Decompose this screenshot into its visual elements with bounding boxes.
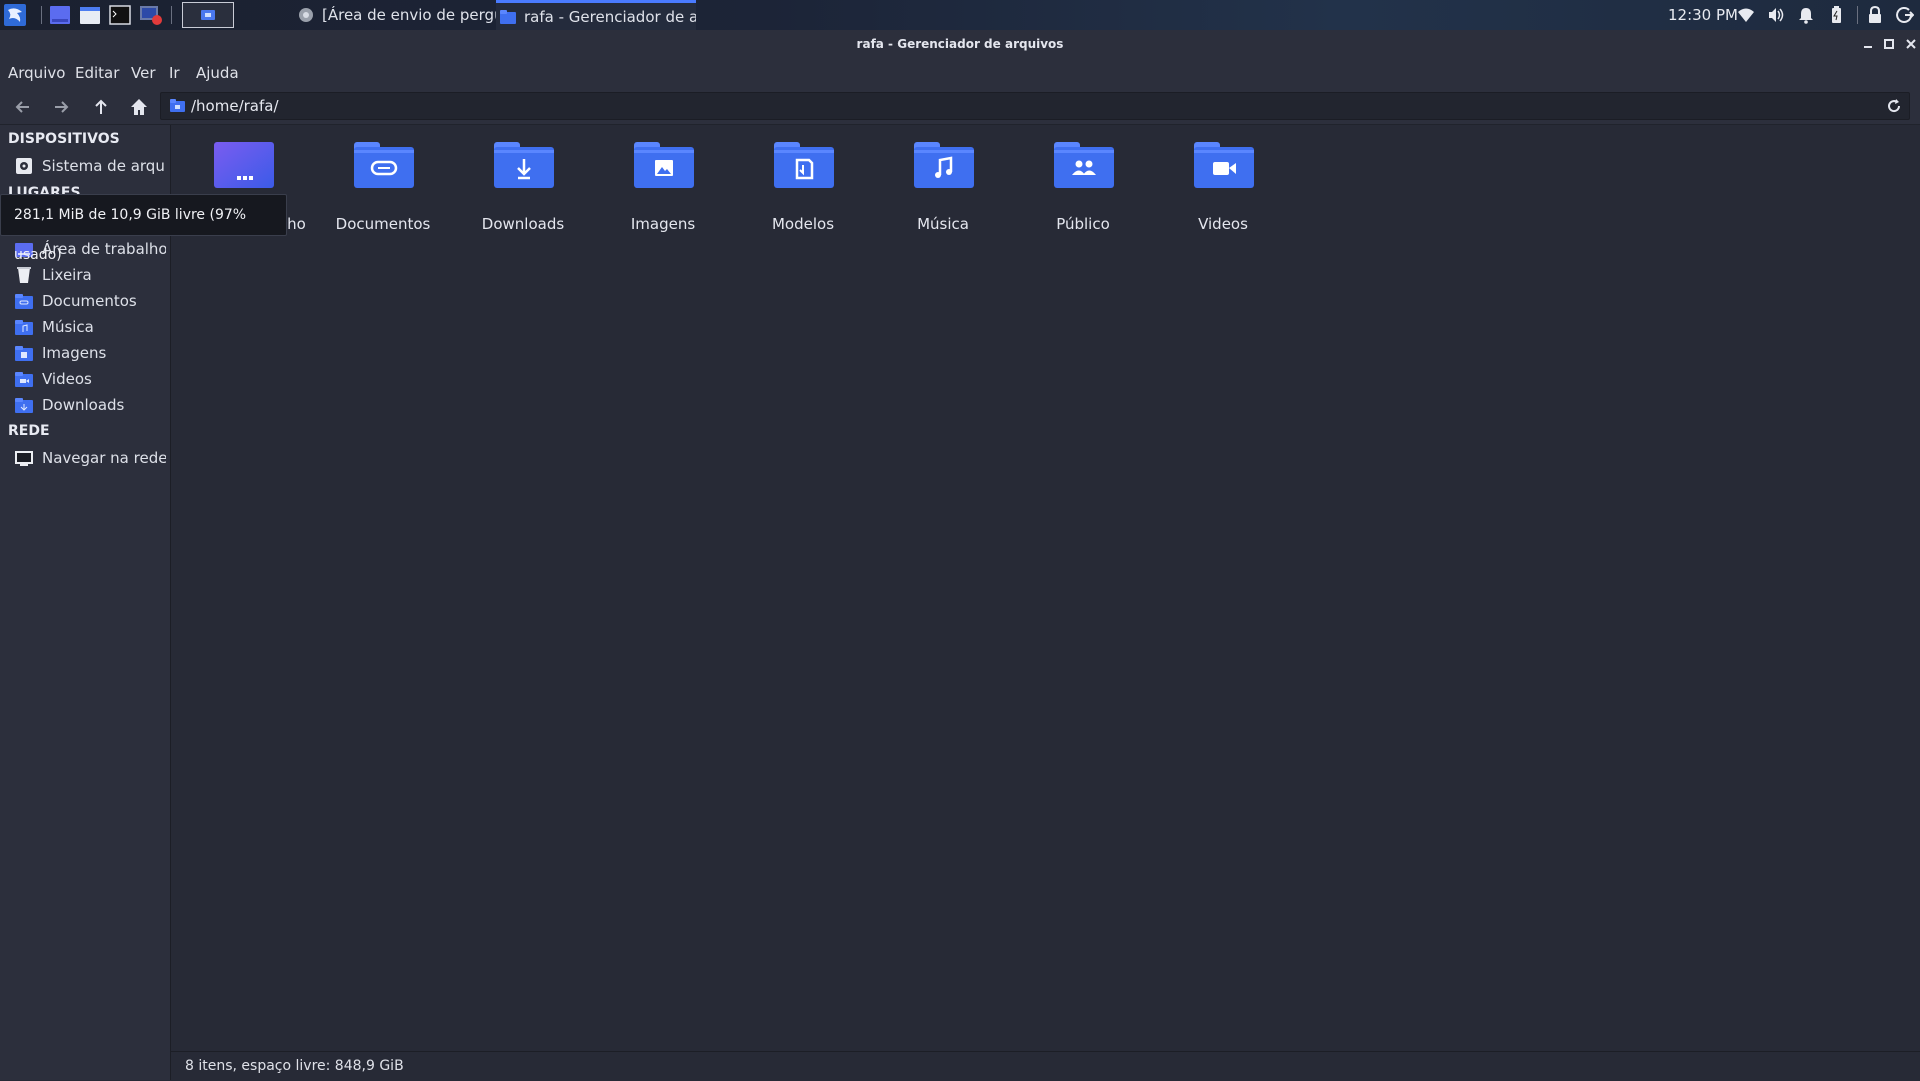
- file-item-music[interactable]: Música: [878, 140, 1008, 240]
- disk-usage-tooltip: 281,1 MiB de 10,9 GiB livre (97% usado): [0, 194, 287, 263]
- public-folder-icon: [1054, 140, 1114, 190]
- taskbar-item-label: [Área de envio de pergun...: [322, 6, 496, 24]
- file-item-label: Modelos: [771, 215, 835, 233]
- file-item-label: Videos: [1198, 215, 1248, 233]
- file-view[interactable]: Área de trabalho Documentos Downloads Im…: [171, 125, 1920, 1051]
- window-titlebar[interactable]: rafa - Gerenciador de arquivos: [0, 30, 1920, 58]
- sidebar-item-documents[interactable]: Documentos: [14, 289, 166, 313]
- sidebar-item-downloads[interactable]: Downloads: [14, 393, 166, 417]
- documents-folder-icon: [354, 140, 414, 190]
- sidebar-item-label: Downloads: [42, 396, 125, 414]
- parent-folder-icon[interactable]: [90, 96, 112, 118]
- folder-icon: [500, 9, 516, 24]
- status-text: 8 itens, espaço livre: 848,9 GiB: [185, 1058, 404, 1074]
- file-manager-launcher-icon[interactable]: [78, 3, 102, 27]
- sidebar-item-label: Navegar na rede: [42, 449, 166, 467]
- file-item-label: Música: [917, 215, 969, 233]
- location-path[interactable]: /home/rafa/: [191, 93, 279, 119]
- file-item-documents[interactable]: Documentos: [318, 140, 448, 240]
- videos-folder-icon: [14, 370, 34, 388]
- toolbar: /home/rafa/: [0, 88, 1920, 125]
- file-item-templates[interactable]: Modelos: [738, 140, 868, 240]
- home-folder-icon: [170, 99, 185, 112]
- screenshot-launcher-icon[interactable]: [138, 3, 164, 27]
- window-title: rafa - Gerenciador de arquivos: [856, 37, 1064, 51]
- drive-icon: [14, 157, 34, 175]
- menu-ir[interactable]: Ir: [169, 58, 180, 88]
- show-desktop-icon[interactable]: [48, 3, 72, 27]
- pictures-folder-icon: [14, 344, 34, 362]
- menu-ajuda[interactable]: Ajuda: [196, 58, 239, 88]
- menu-editar[interactable]: Editar: [75, 58, 119, 88]
- music-folder-icon: [914, 140, 974, 190]
- sidebar-header-devices: DISPOSITIVOS: [8, 131, 120, 147]
- statusbar: 8 itens, espaço livre: 848,9 GiB: [171, 1051, 1920, 1081]
- sidebar-item-videos[interactable]: Videos: [14, 367, 166, 391]
- file-item-label: Público: [1056, 215, 1110, 233]
- sidebar-item-network[interactable]: Navegar na rede: [14, 446, 166, 470]
- file-item-videos[interactable]: Videos: [1158, 140, 1288, 240]
- file-item-public[interactable]: Público: [1018, 140, 1148, 240]
- logout-icon[interactable]: [1896, 6, 1914, 24]
- back-icon[interactable]: [12, 96, 34, 118]
- battery-icon[interactable]: [1827, 6, 1845, 24]
- maximize-icon[interactable]: [1882, 37, 1896, 51]
- menu-arquivo[interactable]: Arquivo: [8, 58, 65, 88]
- lock-screen-icon[interactable]: [1866, 6, 1884, 24]
- notifications-icon[interactable]: [1797, 6, 1815, 24]
- workspace-thumbnail[interactable]: [182, 2, 234, 28]
- close-icon[interactable]: [1904, 37, 1918, 51]
- terminal-launcher-icon[interactable]: [108, 3, 132, 27]
- minimize-icon[interactable]: [1861, 37, 1875, 51]
- file-item-label: Documentos: [335, 215, 431, 233]
- sidebar-item-pictures[interactable]: Imagens: [14, 341, 166, 365]
- reload-icon[interactable]: [1885, 97, 1903, 115]
- music-folder-icon: [14, 318, 34, 336]
- sidebar-item-label: Sistema de arqui...: [42, 157, 166, 175]
- wifi-icon[interactable]: [1737, 6, 1755, 24]
- file-item-label: Imagens: [630, 215, 696, 233]
- taskbar-item-file-manager[interactable]: rafa - Gerenciador de ar...: [496, 0, 696, 30]
- downloads-folder-icon: [14, 396, 34, 414]
- sidebar-item-filesystem[interactable]: Sistema de arqui...: [14, 154, 166, 178]
- downloads-folder-icon: [494, 140, 554, 190]
- menu-ver[interactable]: Ver: [131, 58, 156, 88]
- sidebar-item-label: Documentos: [42, 292, 137, 310]
- file-item-downloads[interactable]: Downloads: [458, 140, 588, 240]
- desktop-folder-icon: [214, 140, 274, 190]
- forward-icon[interactable]: [50, 96, 72, 118]
- file-item-pictures[interactable]: Imagens: [598, 140, 728, 240]
- sidebar-item-label: Imagens: [42, 344, 107, 362]
- sidebar-header-network: REDE: [8, 423, 50, 439]
- pictures-folder-icon: [634, 140, 694, 190]
- videos-folder-icon: [1194, 140, 1254, 190]
- documents-folder-icon: [14, 292, 34, 310]
- app-menu-icon[interactable]: [2, 3, 28, 27]
- menubar: Arquivo Editar Ver Ir Ajuda: [0, 58, 1920, 88]
- volume-icon[interactable]: [1767, 6, 1785, 24]
- templates-folder-icon: [774, 140, 834, 190]
- sidebar-item-label: Videos: [42, 370, 92, 388]
- top-panel: [Área de envio de pergun... rafa - Geren…: [0, 0, 1920, 30]
- network-icon: [14, 449, 34, 467]
- home-icon[interactable]: [128, 96, 150, 118]
- taskbar-item-label: rafa - Gerenciador de ar...: [524, 7, 696, 26]
- sidebar-item-label: Música: [42, 318, 94, 336]
- location-bar[interactable]: /home/rafa/: [160, 92, 1910, 120]
- file-item-label: Downloads: [481, 215, 565, 233]
- taskbar-item-browser[interactable]: [Área de envio de pergun...: [298, 0, 496, 30]
- sidebar-item-music[interactable]: Música: [14, 315, 166, 339]
- chrome-icon: [298, 7, 314, 23]
- clock[interactable]: 12:30 PM: [1668, 0, 1738, 30]
